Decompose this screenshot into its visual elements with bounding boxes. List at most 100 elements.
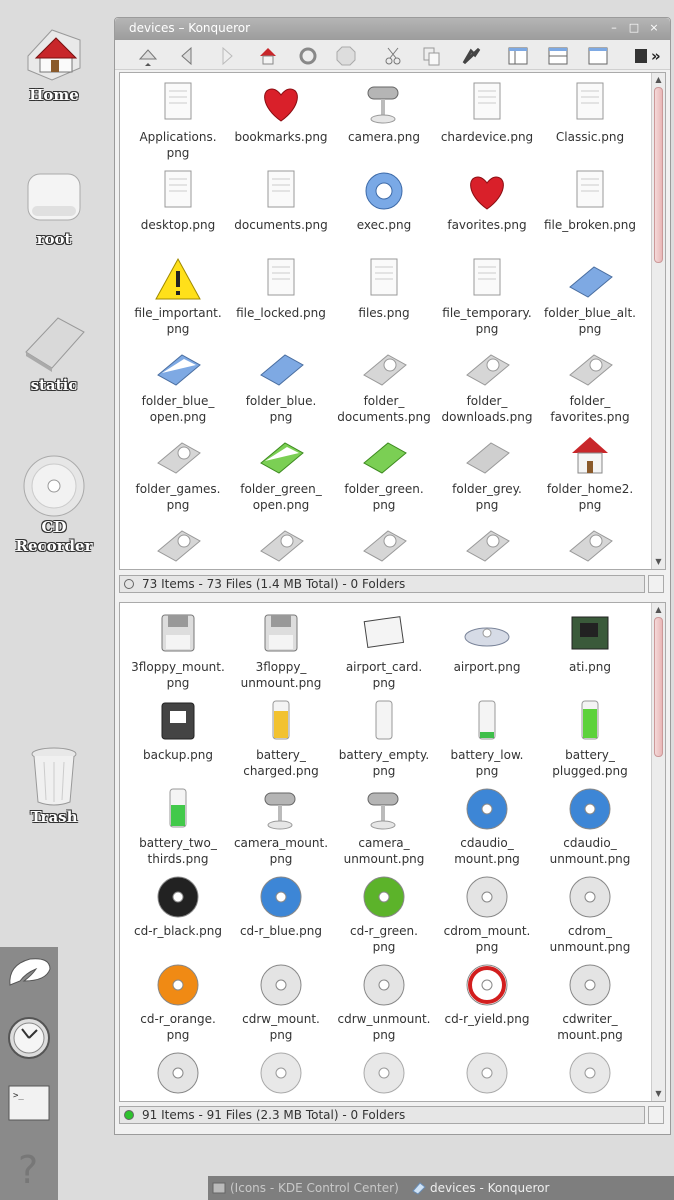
file-item[interactable]: folder_html. <box>332 519 436 569</box>
vertical-scrollbar[interactable]: ▲ ▼ <box>651 603 665 1101</box>
file-item[interactable]: folder_green_ open.png <box>229 431 333 519</box>
file-item[interactable]: Classic.png <box>538 79 642 167</box>
file-item[interactable]: folder_ favorites.png <box>538 343 642 431</box>
file-item[interactable]: camera_mount. png <box>229 785 333 873</box>
desktop-icon-static[interactable]: static <box>8 312 100 395</box>
file-view-pane-bottom[interactable]: 3floppy_mount. png 3floppy_ unmount.png airp… <box>119 602 666 1102</box>
file-item[interactable]: folder_green. png <box>332 431 436 519</box>
view-icons-icon[interactable] <box>507 45 529 67</box>
view-split-icon[interactable] <box>547 45 569 67</box>
stop-icon[interactable] <box>335 45 357 67</box>
file-item[interactable] <box>332 1049 436 1101</box>
scrollbar-thumb[interactable] <box>654 87 663 263</box>
scroll-up-arrow-icon[interactable]: ▲ <box>653 605 664 615</box>
window-titlebar[interactable]: devices – Konqueror – □ × <box>115 18 670 40</box>
file-item[interactable]: cdwriter_ mount.png <box>538 961 642 1049</box>
kde-menu-icon[interactable] <box>6 951 52 997</box>
file-item[interactable]: file_broken.png <box>538 167 642 255</box>
terminal-icon[interactable]: >_ <box>6 1081 52 1127</box>
file-item[interactable]: cdrom_ unmount.png <box>538 873 642 961</box>
file-item[interactable]: cdrw_unmount. png <box>332 961 436 1049</box>
help-icon[interactable]: ? <box>6 1145 52 1192</box>
up-arrow-icon[interactable] <box>137 45 159 67</box>
file-item[interactable]: file_locked.png <box>229 255 333 343</box>
forward-arrow-icon[interactable] <box>217 45 239 67</box>
back-arrow-icon[interactable] <box>177 45 199 67</box>
file-item[interactable]: cdaudio_ mount.png <box>435 785 539 873</box>
file-item[interactable]: exec.png <box>332 167 436 255</box>
file-item[interactable]: bookmarks.png <box>229 79 333 167</box>
file-item[interactable]: backup.png <box>126 697 230 785</box>
file-item[interactable]: cd-r_green. png <box>332 873 436 961</box>
file-item[interactable]: folder_ documents.png <box>332 343 436 431</box>
reload-icon[interactable] <box>297 45 319 67</box>
file-item[interactable]: folder_games. png <box>126 431 230 519</box>
file-item[interactable]: files.png <box>332 255 436 343</box>
file-item[interactable]: battery_ charged.png <box>229 697 333 785</box>
desktop-icon-home[interactable]: Home <box>8 22 100 105</box>
file-item[interactable]: file_temporary. png <box>435 255 539 343</box>
home-icon[interactable] <box>257 45 279 67</box>
maximize-button[interactable]: □ <box>627 21 641 35</box>
file-item[interactable]: cdrw_mount. png <box>229 961 333 1049</box>
file-item[interactable]: battery_empty. png <box>332 697 436 785</box>
file-item[interactable]: cdrom_mount. png <box>435 873 539 961</box>
scroll-up-arrow-icon[interactable]: ▲ <box>653 75 664 85</box>
file-item[interactable]: airport_card. png <box>332 609 436 697</box>
file-item[interactable]: favorites.png <box>435 167 539 255</box>
file-item[interactable]: 3floppy_mount. png <box>126 609 230 697</box>
desktop-icon-cd-recorder[interactable]: CD Recorder <box>8 454 100 556</box>
file-item[interactable]: cd-r_blue.png <box>229 873 333 961</box>
file-item[interactable]: chardevice.png <box>435 79 539 167</box>
desktop-icon-trash[interactable]: Trash <box>8 744 100 827</box>
file-item[interactable]: folder_blue_ open.png <box>126 343 230 431</box>
file-item[interactable]: battery_two_ thirds.png <box>126 785 230 873</box>
file-item[interactable]: folder_home. <box>126 519 230 569</box>
file-item[interactable]: Applications. png <box>126 79 230 167</box>
file-item[interactable]: cd-r_yield.png <box>435 961 539 1049</box>
file-view-pane-top[interactable]: Applications. png bookmarks.png camera.png c… <box>119 72 666 570</box>
toolbar-overflow-button[interactable]: » <box>651 45 673 67</box>
file-item[interactable]: battery_ plugged.png <box>538 697 642 785</box>
file-item[interactable] <box>229 1049 333 1101</box>
file-item[interactable]: 3floppy_ unmount.png <box>229 609 333 697</box>
clock-icon[interactable] <box>6 1015 52 1061</box>
file-item[interactable] <box>126 1049 230 1101</box>
scrollbar-thumb[interactable] <box>654 617 663 757</box>
file-item[interactable]: file_important. png <box>126 255 230 343</box>
file-item[interactable]: folder_ <box>435 519 539 569</box>
minimize-button[interactable]: – <box>607 21 621 35</box>
file-item[interactable]: folder_grey. png <box>435 431 539 519</box>
task-konqueror[interactable]: devices - Konqueror <box>410 1180 549 1196</box>
cut-icon[interactable] <box>383 45 405 67</box>
paste-icon[interactable] <box>461 45 483 67</box>
file-item[interactable] <box>538 1049 642 1101</box>
file-item[interactable]: camera.png <box>332 79 436 167</box>
close-button[interactable]: × <box>647 21 661 35</box>
file-item[interactable]: airport.png <box>435 609 539 697</box>
file-item[interactable]: ati.png <box>538 609 642 697</box>
scroll-down-arrow-icon[interactable]: ▼ <box>653 557 664 567</box>
file-item[interactable]: folder_html_ <box>229 519 333 569</box>
file-item[interactable]: camera_ unmount.png <box>332 785 436 873</box>
file-item[interactable]: folder_ downloads.png <box>435 343 539 431</box>
file-item[interactable]: battery_low. png <box>435 697 539 785</box>
file-item[interactable]: folder_inbox. <box>538 519 642 569</box>
file-item[interactable]: desktop.png <box>126 167 230 255</box>
file-item[interactable] <box>435 1049 539 1101</box>
copy-icon[interactable] <box>421 45 443 67</box>
file-item[interactable]: cd-r_black.png <box>126 873 230 961</box>
file-item[interactable]: folder_home2. png <box>538 431 642 519</box>
vertical-scrollbar[interactable]: ▲ ▼ <box>651 73 665 569</box>
file-item[interactable]: folder_blue_alt. png <box>538 255 642 343</box>
desktop-icon-root[interactable]: root <box>8 166 100 249</box>
view-single-icon[interactable] <box>587 45 609 67</box>
file-item[interactable]: documents.png <box>229 167 333 255</box>
file-item[interactable]: cd-r_orange. png <box>126 961 230 1049</box>
scroll-down-arrow-icon[interactable]: ▼ <box>653 1089 664 1099</box>
konsole-icon[interactable] <box>631 45 653 67</box>
airport-card-icon <box>360 609 408 657</box>
file-item[interactable]: folder_blue. png <box>229 343 333 431</box>
file-item[interactable]: cdaudio_ unmount.png <box>538 785 642 873</box>
task-kde-control-center[interactable]: (Icons - KDE Control Center) <box>210 1180 399 1196</box>
